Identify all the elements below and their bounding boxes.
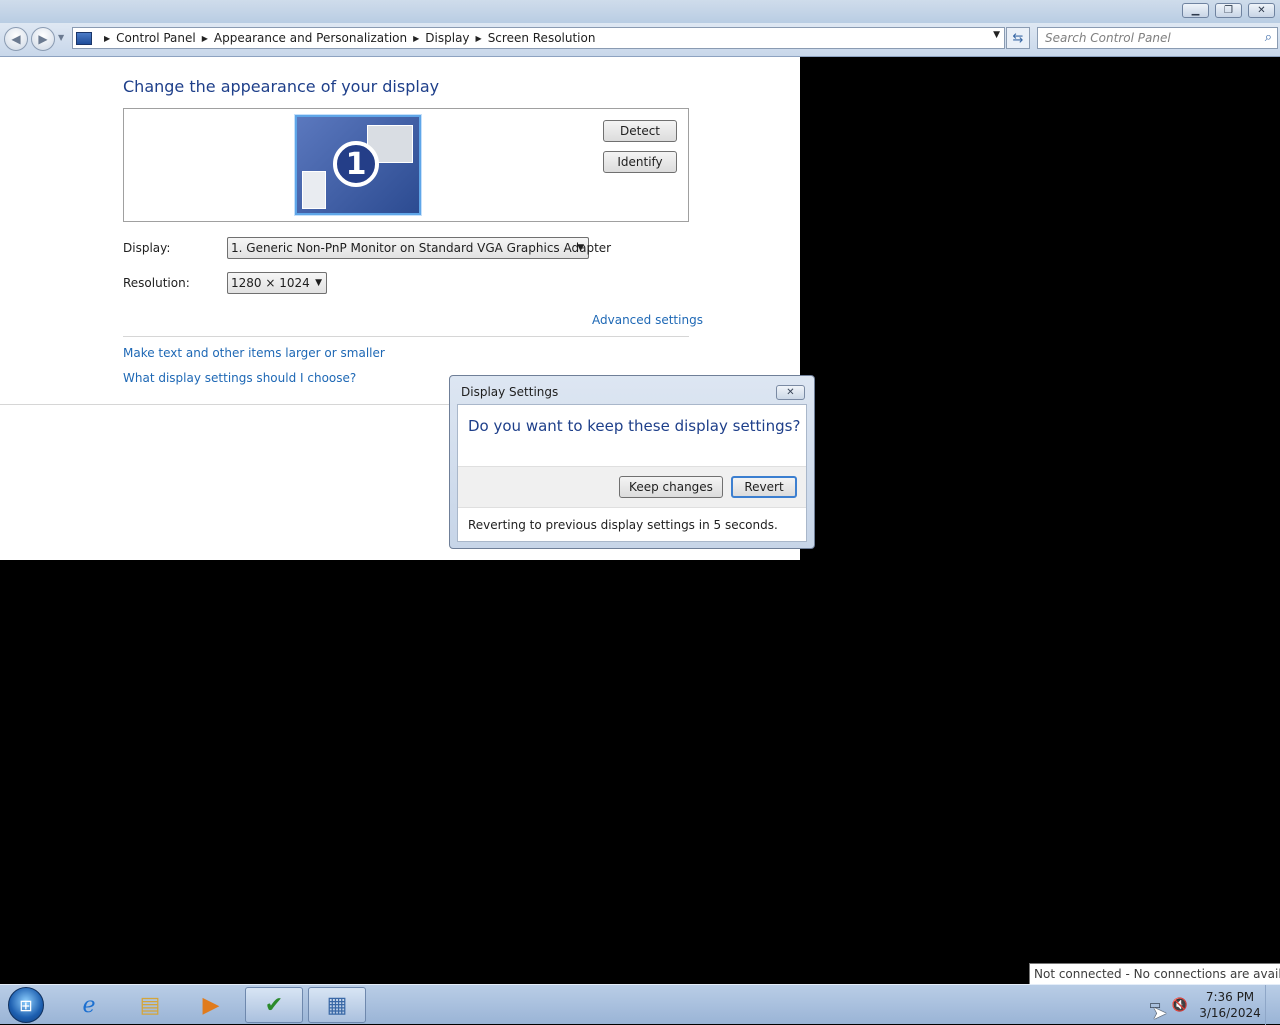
action-center-taskbar-button[interactable]: ✔ [245, 987, 303, 1023]
clock-time: 7:36 PM [1205, 990, 1255, 1004]
search-input[interactable]: Search Control Panel ⌕ [1037, 27, 1278, 49]
divider [0, 404, 449, 405]
forward-arrow-icon: ▶ [38, 32, 48, 46]
forward-button[interactable]: ▶ [31, 27, 55, 51]
monitor-1-tile[interactable]: 1 [295, 115, 421, 215]
divider [123, 336, 689, 337]
display-label: Display: [123, 241, 171, 255]
revert-button[interactable]: Revert [731, 476, 797, 498]
identify-button[interactable]: Identify [603, 151, 677, 173]
media-player-icon: ▶ [202, 992, 220, 1018]
windows-explorer-taskbar-button[interactable]: ▤ [121, 987, 179, 1023]
display-select-value: 1. Generic Non-PnP Monitor on Standard V… [231, 241, 612, 255]
media-player-taskbar-button[interactable]: ▶ [182, 987, 240, 1023]
close-icon: ✕ [1257, 4, 1266, 16]
action-center-icon: ✔ [264, 992, 284, 1018]
close-icon: ✕ [786, 387, 795, 398]
dialog-body: Do you want to keep these display settin… [457, 404, 807, 542]
breadcrumb-arrow-icon[interactable]: ▶ [476, 34, 482, 43]
clock[interactable]: 7:36 PM 3/16/2024 [1198, 989, 1262, 1021]
start-button[interactable]: ⊞ [8, 987, 44, 1023]
show-desktop-button[interactable] [1265, 985, 1280, 1025]
breadcrumb-display[interactable]: Display [425, 31, 469, 45]
breadcrumb-appearance[interactable]: Appearance and Personalization [214, 31, 407, 45]
resolution-label: Resolution: [123, 276, 190, 290]
address-dropdown-icon[interactable]: ▼ [993, 30, 1000, 40]
navigation-bar: ◀ ▶ ▼ ▶ Control Panel ▶ Appearance and P… [0, 23, 1280, 57]
search-icon[interactable]: ⌕ [1265, 28, 1272, 48]
display-settings-dialog: Display Settings ✕ Do you want to keep t… [449, 375, 815, 549]
chevron-down-icon: ▼ [577, 243, 584, 253]
monitor-arrangement-box: 1 Detect Identify [123, 108, 689, 222]
refresh-button[interactable]: ⇆ [1006, 27, 1030, 49]
windows-logo-icon: ⊞ [19, 995, 33, 1015]
window-thumbnail-icon [302, 171, 326, 209]
restore-button[interactable]: ❐ [1215, 3, 1242, 18]
back-arrow-icon: ◀ [11, 32, 21, 46]
address-bar[interactable]: ▶ Control Panel ▶ Appearance and Persona… [72, 27, 1005, 49]
breadcrumb-arrow-icon[interactable]: ▶ [104, 34, 110, 43]
page-title: Change the appearance of your display [123, 77, 440, 96]
internet-explorer-taskbar-button[interactable]: ℯ [60, 987, 118, 1023]
breadcrumb-arrow-icon[interactable]: ▶ [413, 34, 419, 43]
mouse-cursor-icon: ➤ [1152, 1003, 1168, 1024]
restore-icon: ❐ [1224, 4, 1233, 16]
resolution-select[interactable]: 1280 × 1024 ▼ [227, 272, 327, 294]
control-panel-taskbar-button[interactable]: ▦ [308, 987, 366, 1023]
network-tooltip: Not connected - No connections are avail… [1029, 963, 1280, 985]
control-panel-icon [76, 31, 92, 45]
minimize-icon: ▁ [1191, 4, 1200, 16]
breadcrumb-screen-resolution[interactable]: Screen Resolution [488, 31, 596, 45]
breadcrumb-arrow-icon[interactable]: ▶ [202, 34, 208, 43]
dialog-question: Do you want to keep these display settin… [468, 417, 801, 435]
chevron-down-icon: ▼ [315, 278, 322, 288]
back-button[interactable]: ◀ [4, 27, 28, 51]
monitor-number-badge: 1 [333, 141, 379, 187]
folder-icon: ▤ [139, 992, 161, 1018]
resolution-select-value: 1280 × 1024 [231, 276, 310, 290]
display-select[interactable]: 1. Generic Non-PnP Monitor on Standard V… [227, 237, 611, 259]
close-window-button[interactable]: ✕ [1248, 3, 1275, 18]
advanced-settings-link[interactable]: Advanced settings [592, 313, 703, 327]
dialog-close-button[interactable]: ✕ [776, 385, 805, 400]
search-placeholder: Search Control Panel [1045, 31, 1171, 45]
volume-muted-icon[interactable]: 🔇 [1171, 997, 1189, 1013]
refresh-icon: ⇆ [1012, 30, 1024, 46]
minimize-button[interactable]: ▁ [1182, 3, 1209, 18]
clock-date: 3/16/2024 [1199, 1006, 1261, 1020]
text-size-link[interactable]: Make text and other items larger or smal… [123, 346, 385, 360]
keep-changes-button[interactable]: Keep changes [619, 476, 723, 498]
taskbar: ⊞ ℯ ▤ ▶ ✔ ▦ ▭ 🔇 7:36 PM 3/16/2024 [0, 984, 1280, 1025]
dialog-button-row: Keep changes Revert [458, 466, 806, 508]
dialog-title: Display Settings [461, 385, 559, 399]
breadcrumb-control-panel[interactable]: Control Panel [116, 31, 196, 45]
recent-pages-chevron-icon[interactable]: ▼ [58, 33, 64, 42]
internet-explorer-icon: ℯ [82, 992, 96, 1018]
detect-button[interactable]: Detect [603, 120, 677, 142]
window-titlebar: ▁ ❐ ✕ [0, 0, 1280, 23]
display-help-link[interactable]: What display settings should I choose? [123, 371, 356, 385]
revert-countdown-text: Reverting to previous display settings i… [468, 518, 778, 532]
control-panel-icon: ▦ [326, 992, 348, 1018]
